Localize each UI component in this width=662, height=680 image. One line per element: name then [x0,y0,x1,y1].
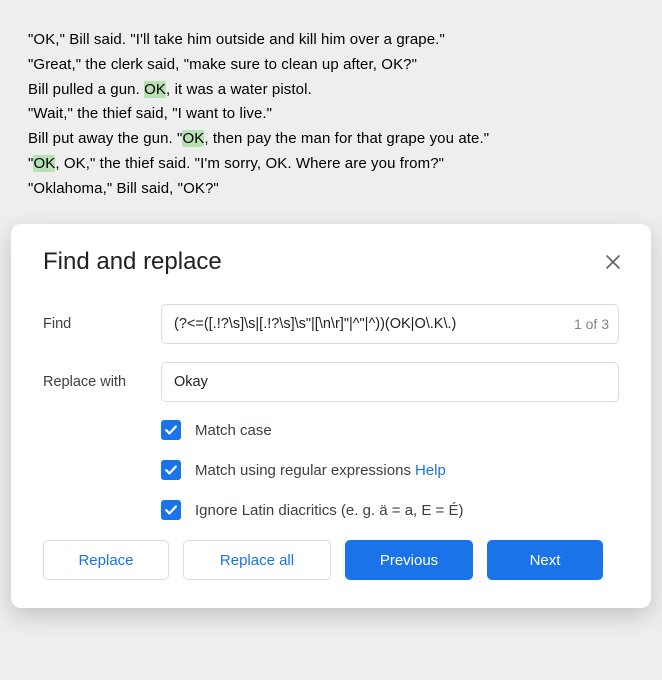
find-replace-dialog: Find and replace Find 1 of 3 Replace wit… [11,224,651,608]
find-label: Find [43,316,161,332]
doc-line: "OK," Bill said. "I'll take him outside … [28,28,634,53]
diacritics-checkbox[interactable] [161,500,181,520]
document-text: "OK," Bill said. "I'll take him outside … [0,0,662,221]
match-case-label: Match case [195,422,272,439]
replace-button[interactable]: Replace [43,540,169,580]
close-icon [605,254,621,270]
next-button[interactable]: Next [487,540,603,580]
match-highlight: OK [144,81,166,98]
check-icon [164,503,178,517]
find-input[interactable] [161,304,619,344]
check-icon [164,423,178,437]
match-case-checkbox[interactable] [161,420,181,440]
check-icon [164,463,178,477]
diacritics-label: Ignore Latin diacritics (e. g. ä = a, E … [195,502,463,519]
doc-line: "OK, OK," the thief said. "I'm sorry, OK… [28,152,634,177]
doc-line: Bill put away the gun. "OK, then pay the… [28,127,634,152]
match-highlight: OK [33,155,55,172]
regex-checkbox[interactable] [161,460,181,480]
match-highlight: OK [182,130,204,147]
help-link[interactable]: Help [415,462,446,479]
dialog-title: Find and replace [43,248,222,276]
replace-all-button[interactable]: Replace all [183,540,331,580]
doc-line: "Great," the clerk said, "make sure to c… [28,53,634,78]
replace-input[interactable] [161,362,619,402]
replace-label: Replace with [43,374,161,390]
doc-line: "Wait," the thief said, "I want to live.… [28,102,634,127]
close-button[interactable] [601,250,625,274]
previous-button[interactable]: Previous [345,540,473,580]
doc-line: "Oklahoma," Bill said, "OK?" [28,177,634,202]
doc-line: Bill pulled a gun. OK, it was a water pi… [28,78,634,103]
regex-label: Match using regular expressions [195,462,411,479]
